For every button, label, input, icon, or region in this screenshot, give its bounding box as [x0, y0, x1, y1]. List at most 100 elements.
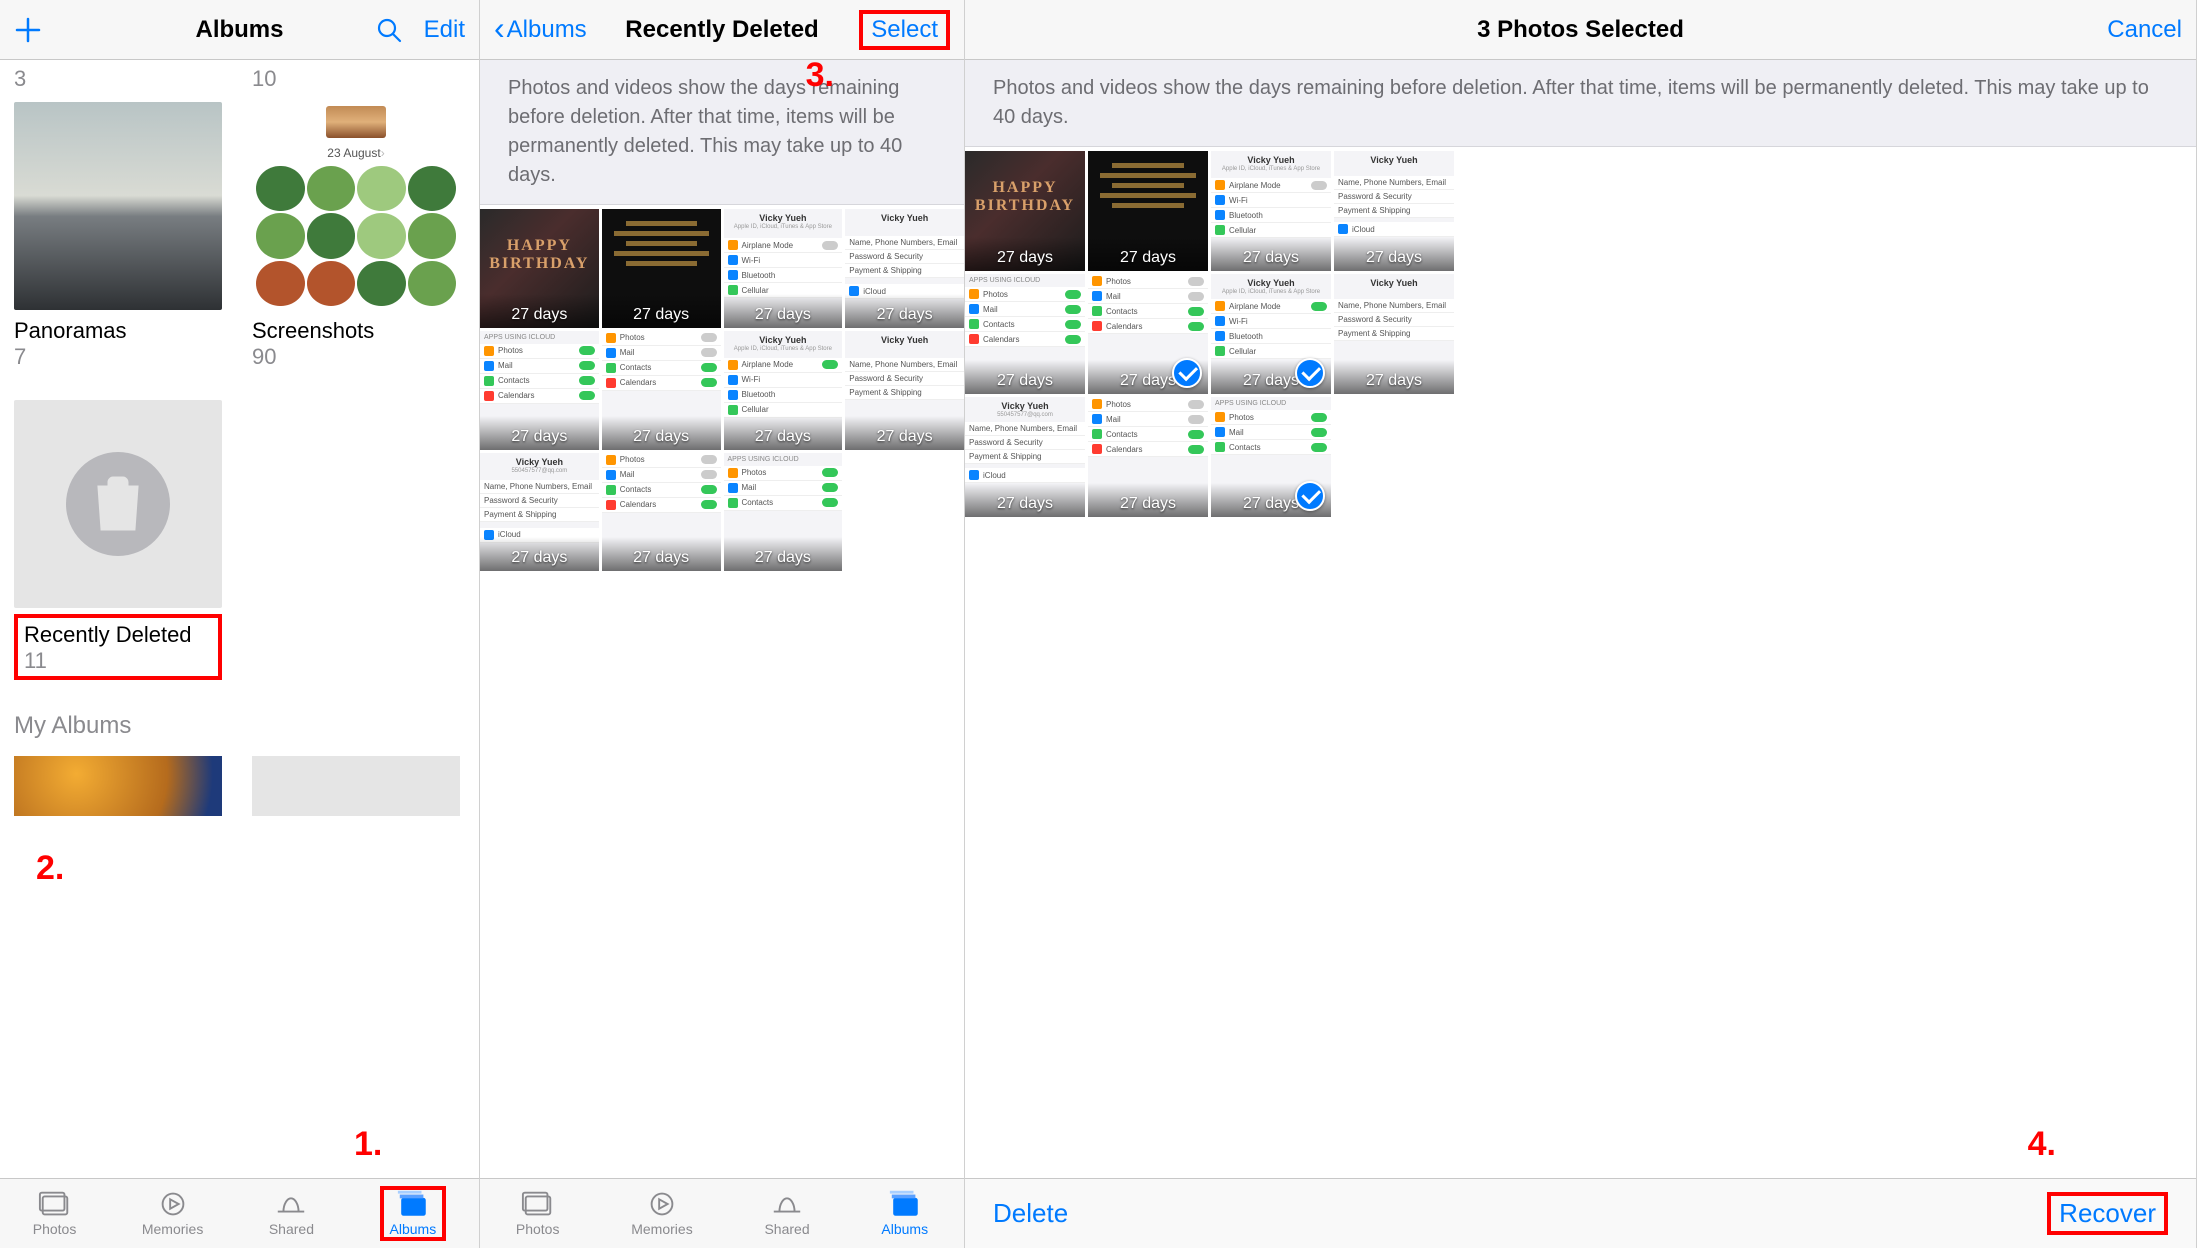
days-remaining: 27 days [755, 428, 811, 446]
deleted-item[interactable]: Vicky Yueh Name, Phone Numbers, Email Pa… [1334, 151, 1454, 271]
tab-shared-label: Shared [764, 1221, 809, 1237]
deleted-item[interactable]: Vicky Yueh Name, Phone Numbers, Email Pa… [845, 209, 964, 328]
album-panoramas[interactable]: Panoramas 7 [14, 102, 222, 370]
deleted-item[interactable]: HAPPYBIRTHDAY 27 days [480, 209, 599, 328]
pane-albums: Albums Edit 3 10 Panoramas 7 23 August› [0, 0, 480, 1248]
days-remaining: 27 days [997, 372, 1053, 390]
add-album-button[interactable] [14, 16, 42, 44]
deleted-item-selected[interactable]: APPS USING ICLOUD Photos Mail Contacts 2… [1211, 397, 1331, 517]
deleted-item[interactable]: APPS USING ICLOUD Photos Mail Contacts C… [965, 274, 1085, 394]
tab-shared-label: Shared [269, 1221, 314, 1237]
days-remaining: 27 days [1120, 372, 1176, 390]
navbar-albums: Albums Edit [0, 0, 479, 60]
days-remaining: 27 days [511, 428, 567, 446]
page-title: 3 Photos Selected [965, 16, 2196, 44]
deleted-item-selected[interactable]: Vicky YuehApple ID, iCloud, iTunes & App… [1211, 274, 1331, 394]
step-label-1: 1. [354, 1125, 382, 1164]
edit-button[interactable]: Edit [424, 16, 465, 44]
album-count-screenshots: 90 [252, 344, 460, 370]
tab-albums[interactable]: Albums [380, 1186, 447, 1241]
deleted-grid[interactable]: HAPPYBIRTHDAY 27 days 27 days Vicky Yueh… [480, 205, 964, 1178]
select-button[interactable]: Select [859, 10, 950, 50]
tab-memories[interactable]: Memories [142, 1190, 203, 1237]
recover-button[interactable]: Recover [2047, 1192, 2168, 1235]
tab-photos[interactable]: Photos [33, 1190, 77, 1237]
deleted-item[interactable]: Photos Mail Contacts Calendars 27 days [602, 453, 721, 572]
album-count-right: 10 [252, 66, 276, 92]
tab-memories-label: Memories [631, 1221, 692, 1237]
deleted-item[interactable]: Vicky Yueh Name, Phone Numbers, Email Pa… [1334, 274, 1454, 394]
days-remaining: 27 days [1120, 249, 1176, 267]
back-button[interactable]: ‹ Albums [494, 11, 587, 48]
tab-albums-label: Albums [390, 1221, 437, 1237]
tab-shared[interactable]: Shared [269, 1190, 314, 1237]
selection-check-icon [1295, 481, 1325, 511]
navbar-selected: 3 Photos Selected Cancel [965, 0, 2196, 60]
deleted-item[interactable]: Photos Mail Contacts Calendars 27 days [602, 331, 721, 450]
album-count-left: 3 [14, 66, 222, 92]
album-count-panoramas: 7 [14, 344, 222, 370]
days-remaining: 27 days [997, 249, 1053, 267]
deleted-item[interactable]: Vicky YuehApple ID, iCloud, iTunes & App… [724, 331, 843, 450]
tab-shared[interactable]: Shared [764, 1190, 809, 1237]
deleted-item[interactable]: Vicky Yueh Name, Phone Numbers, Email Pa… [845, 331, 964, 450]
selection-check-icon [1295, 358, 1325, 388]
album-title-screenshots: Screenshots [252, 318, 460, 344]
days-remaining: 27 days [877, 428, 933, 446]
days-remaining: 27 days [633, 549, 689, 567]
deleted-item[interactable]: APPS USING ICLOUD Photos Mail Contacts C… [480, 331, 599, 450]
search-button[interactable] [376, 17, 402, 43]
days-remaining: 27 days [511, 306, 567, 324]
pane-recently-deleted: ‹ Albums Recently Deleted Select 3. Phot… [480, 0, 965, 1248]
albums-scroll[interactable]: 3 10 Panoramas 7 23 August› S [0, 60, 479, 1178]
deleted-item[interactable]: Vicky YuehApple ID, iCloud, iTunes & App… [724, 209, 843, 328]
deleted-item[interactable]: 27 days [602, 209, 721, 328]
album-title-recently-deleted: Recently Deleted [24, 622, 212, 648]
days-remaining: 27 days [877, 306, 933, 324]
recently-deleted-highlight: Recently Deleted 11 [14, 614, 222, 680]
days-remaining: 27 days [1366, 249, 1422, 267]
days-remaining: 27 days [755, 306, 811, 324]
tab-photos[interactable]: Photos [516, 1190, 560, 1237]
deleted-item[interactable]: Vicky Yueh550457577@qq.com Name, Phone N… [965, 397, 1085, 517]
step-label-3: 3. [806, 56, 834, 95]
action-bar: Delete Recover [965, 1178, 2196, 1248]
days-remaining: 27 days [633, 428, 689, 446]
step-label-4: 4. [2028, 1125, 2056, 1164]
tab-bar: Photos Memories Shared Albums [480, 1178, 964, 1248]
deleted-item[interactable]: APPS USING ICLOUD Photos Mail Contacts 2… [724, 453, 843, 572]
tab-memories[interactable]: Memories [631, 1190, 692, 1237]
deleted-item[interactable]: HAPPYBIRTHDAY 27 days [965, 151, 1085, 271]
back-label: Albums [507, 16, 587, 44]
deleted-item-selected[interactable]: Photos Mail Contacts Calendars 27 days [1088, 274, 1208, 394]
album-thumb-screenshots: 23 August› [252, 102, 460, 310]
album-thumb-recently-deleted [14, 400, 222, 608]
days-remaining: 27 days [1120, 495, 1176, 513]
album-title-panoramas: Panoramas [14, 318, 222, 344]
tab-albums-label: Albums [881, 1221, 928, 1237]
my-album-item[interactable] [14, 756, 222, 816]
deletion-info: Photos and videos show the days remainin… [965, 60, 2196, 147]
tab-memories-label: Memories [142, 1221, 203, 1237]
delete-button[interactable]: Delete [993, 1198, 1068, 1229]
deleted-item[interactable]: 27 days [1088, 151, 1208, 271]
tab-albums[interactable]: Albums [881, 1190, 928, 1237]
step-label-2: 2. [36, 849, 64, 888]
album-thumb-panoramas [14, 102, 222, 310]
my-album-thumb [14, 756, 222, 816]
tab-photos-label: Photos [33, 1221, 77, 1237]
cancel-button[interactable]: Cancel [2107, 16, 2182, 44]
days-remaining: 27 days [1366, 372, 1422, 390]
album-screenshots[interactable]: 23 August› Screenshots 90 [252, 102, 460, 370]
deleted-item[interactable]: Vicky Yueh550457577@qq.com Name, Phone N… [480, 453, 599, 572]
days-remaining: 27 days [511, 549, 567, 567]
album-recently-deleted[interactable]: Recently Deleted 11 [14, 400, 222, 680]
deleted-item[interactable]: Vicky YuehApple ID, iCloud, iTunes & App… [1211, 151, 1331, 271]
my-album-item-empty[interactable] [252, 756, 460, 816]
my-albums-header: My Albums [14, 712, 465, 740]
deleted-grid-selecting[interactable]: HAPPYBIRTHDAY 27 days 27 days Vicky Yueh… [965, 147, 2196, 1178]
days-remaining: 27 days [755, 549, 811, 567]
navbar-recently-deleted: ‹ Albums Recently Deleted Select [480, 0, 964, 60]
deleted-item[interactable]: Photos Mail Contacts Calendars 27 days [1088, 397, 1208, 517]
chevron-left-icon: ‹ [494, 10, 505, 47]
